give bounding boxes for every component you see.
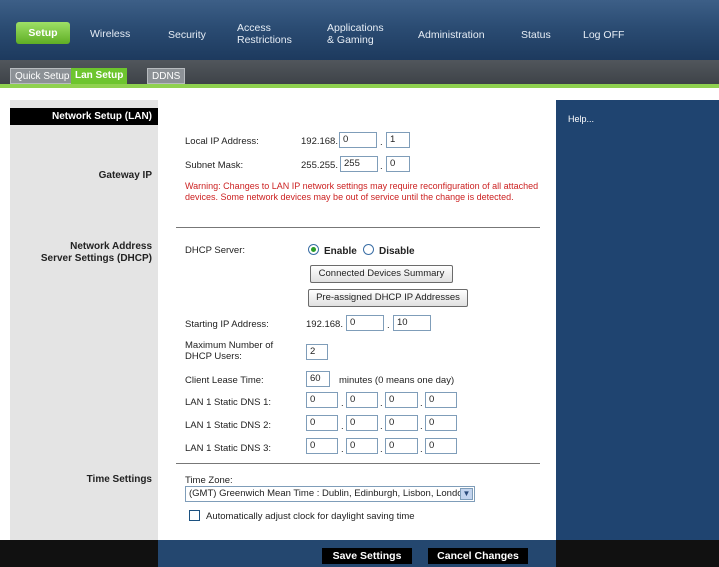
tab-status[interactable]: Status [521, 29, 551, 41]
label-time-settings: Time Settings [86, 474, 152, 485]
tab-access-restrictions[interactable]: Access Restrictions [237, 22, 292, 46]
max-dhcp-users-label: Maximum Number of DHCP Users: [185, 340, 273, 362]
radio-selected-dot [311, 247, 316, 252]
dhcp-server-label: DHCP Server: [185, 245, 246, 256]
label-network-address-line2: Server Settings (DHCP) [40, 253, 152, 264]
dhcp-disable-label[interactable]: Disable [379, 246, 415, 258]
spacer [0, 92, 719, 100]
help-panel: Help... [556, 100, 719, 540]
dns2-label: LAN 1 Static DNS 2: [185, 420, 272, 431]
local-ip-octet3-input[interactable]: 0 [339, 132, 377, 148]
divider [176, 227, 540, 228]
tab-applications-gaming[interactable]: Applications & Gaming [327, 22, 384, 46]
dot-separator: . [341, 421, 344, 432]
connected-devices-summary-button[interactable]: Connected Devices Summary [310, 265, 453, 283]
lan-warning-text: Warning: Changes to LAN IP network setti… [185, 181, 539, 202]
divider [176, 463, 540, 464]
dns1-octet3-input[interactable]: 0 [385, 392, 418, 408]
dst-checkbox[interactable] [189, 510, 200, 521]
time-zone-value: (GMT) Greenwich Mean Time : Dublin, Edin… [189, 488, 468, 499]
section-header: Network Setup (LAN) [10, 108, 158, 125]
dns2-octet3-input[interactable]: 0 [385, 415, 418, 431]
local-ip-octet4-input[interactable]: 1 [386, 132, 410, 148]
subtab-lan-setup[interactable]: Lan Setup [71, 68, 128, 84]
cancel-changes-button[interactable]: Cancel Changes [428, 548, 528, 564]
tab-setup[interactable]: Setup [16, 22, 70, 44]
dns3-octet3-input[interactable]: 0 [385, 438, 418, 454]
dot-separator: . [380, 398, 383, 409]
local-ip-label: Local IP Address: [185, 136, 259, 147]
dhcp-enable-radio[interactable] [308, 244, 319, 255]
top-nav: Setup Wireless Security Access Restricti… [0, 0, 719, 60]
main-form: Local IP Address: 192.168. 0 . 1 Subnet … [158, 100, 556, 540]
dot-separator: . [380, 421, 383, 432]
dot-separator: . [380, 161, 383, 172]
label-network-address-line1: Network Address [70, 241, 152, 252]
time-zone-select[interactable]: (GMT) Greenwich Mean Time : Dublin, Edin… [185, 486, 475, 502]
dns3-octet2-input[interactable]: 0 [346, 438, 378, 454]
dns2-octet1-input[interactable]: 0 [306, 415, 338, 431]
starting-ip-octet3-input[interactable]: 0 [346, 315, 384, 331]
tab-security[interactable]: Security [168, 29, 206, 41]
help-link[interactable]: Help... [568, 114, 594, 124]
tab-administration[interactable]: Administration [418, 29, 485, 41]
action-bar: Save Settings Cancel Changes [0, 540, 719, 567]
dns2-octet2-input[interactable]: 0 [346, 415, 378, 431]
tab-log-off[interactable]: Log OFF [583, 29, 624, 41]
lease-time-unit: minutes (0 means one day) [339, 375, 455, 386]
dns1-label: LAN 1 Static DNS 1: [185, 397, 272, 408]
max-dhcp-users-input[interactable]: 2 [306, 344, 328, 360]
dns1-octet2-input[interactable]: 0 [346, 392, 378, 408]
dhcp-enable-label[interactable]: Enable [324, 246, 357, 258]
time-zone-label: Time Zone: [185, 475, 233, 486]
subnet-prefix: 255.255. [301, 160, 338, 171]
tab-wireless[interactable]: Wireless [90, 28, 130, 40]
dns1-octet4-input[interactable]: 0 [425, 392, 457, 408]
label-gateway-ip: Gateway IP [98, 170, 152, 181]
sub-nav: Quick Setup Lan Setup DDNS [0, 60, 719, 88]
dns1-octet1-input[interactable]: 0 [306, 392, 338, 408]
dns2-octet4-input[interactable]: 0 [425, 415, 457, 431]
dns3-octet1-input[interactable]: 0 [306, 438, 338, 454]
subtab-quick-setup[interactable]: Quick Setup [10, 68, 75, 84]
action-bar-center: Save Settings Cancel Changes [158, 540, 556, 567]
max-dhcp-users-label-line1: Maximum Number of [185, 340, 274, 351]
dot-separator: . [380, 137, 383, 148]
label-network-address: Network Address Server Settings (DHCP) [41, 241, 152, 265]
max-dhcp-users-label-line2: DHCP Users: [185, 351, 242, 362]
lease-time-input[interactable]: 60 [306, 371, 330, 387]
subtab-ddns[interactable]: DDNS [147, 68, 186, 84]
dot-separator: . [341, 398, 344, 409]
starting-ip-octet4-input[interactable]: 10 [393, 315, 431, 331]
subnet-octet3-input[interactable]: 255 [340, 156, 378, 172]
starting-ip-prefix: 192.168. [306, 319, 343, 330]
dot-separator: . [420, 421, 423, 432]
lease-time-label: Client Lease Time: [185, 375, 264, 386]
dot-separator: . [420, 444, 423, 455]
dot-separator: . [420, 398, 423, 409]
dns3-label: LAN 1 Static DNS 3: [185, 443, 272, 454]
dot-separator: . [341, 444, 344, 455]
dst-label: Automatically adjust clock for daylight … [206, 511, 415, 522]
subnet-mask-label: Subnet Mask: [185, 160, 244, 171]
dot-separator: . [387, 320, 390, 331]
save-settings-button[interactable]: Save Settings [322, 548, 412, 564]
dot-separator: . [380, 444, 383, 455]
dns3-octet4-input[interactable]: 0 [425, 438, 457, 454]
dhcp-disable-radio[interactable] [363, 244, 374, 255]
subnet-octet4-input[interactable]: 0 [386, 156, 410, 172]
section-labels-column: Network Setup (LAN) Gateway IP Network A… [10, 100, 158, 540]
pre-assigned-dhcp-button[interactable]: Pre-assigned DHCP IP Addresses [308, 289, 468, 307]
chevron-down-icon[interactable]: ▼ [460, 488, 473, 500]
local-ip-prefix: 192.168. [301, 136, 338, 147]
starting-ip-label: Starting IP Address: [185, 319, 269, 330]
